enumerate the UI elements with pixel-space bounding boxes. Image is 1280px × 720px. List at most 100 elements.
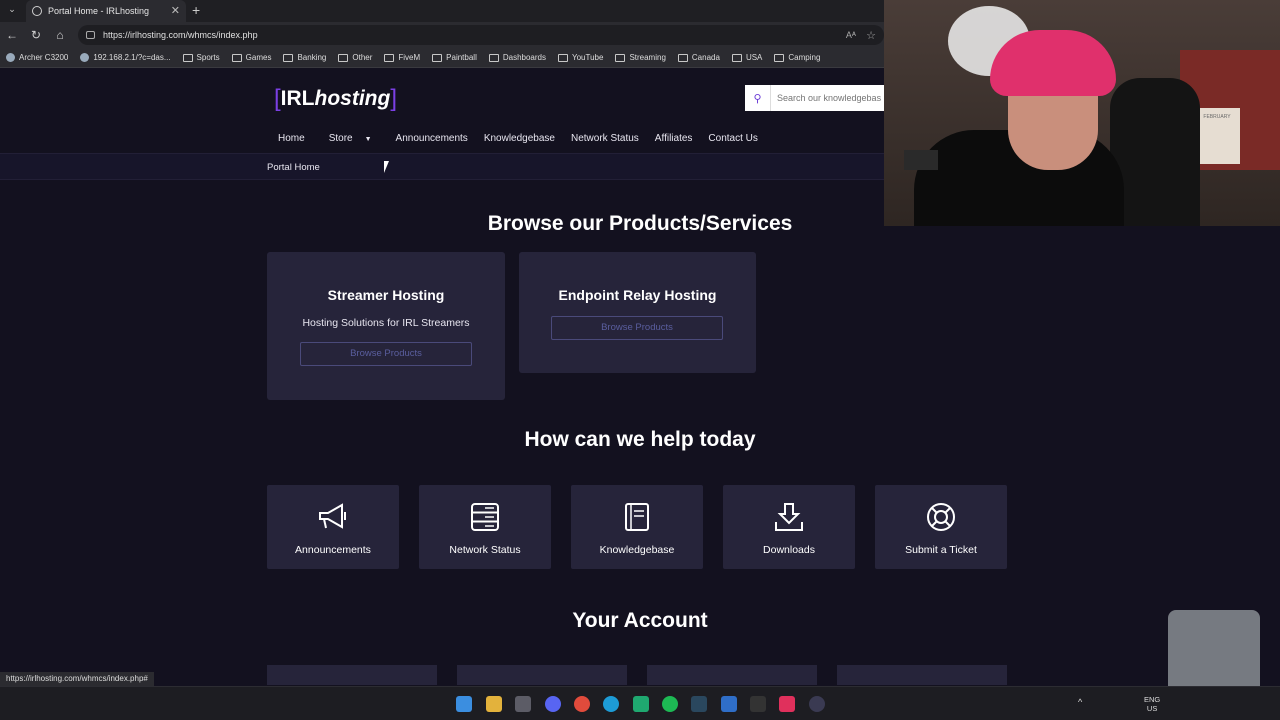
tab-title: Portal Home - IRLhosting [48,6,150,16]
logo-bracket-right: ] [390,85,397,112]
discord-icon[interactable] [545,696,561,712]
bookmark-folder[interactable]: Streaming [615,53,666,62]
browse-products-button[interactable]: Browse Products [300,342,472,366]
read-aloud-icon[interactable]: Aᴬ [846,30,856,40]
account-card[interactable] [457,665,627,685]
app-icon[interactable] [779,696,795,712]
folder-icon [283,53,294,62]
spotify-icon[interactable] [662,696,678,712]
app-icon[interactable] [750,696,766,712]
nav-home[interactable]: Home [278,133,305,144]
knowledgebase-search: ⚲ [745,85,885,111]
help-heading: How can we help today [524,428,756,451]
language-indicator[interactable]: ENG US [1144,695,1160,713]
folder-icon [731,53,742,62]
mail-icon[interactable] [721,696,737,712]
home-icon[interactable]: ⌂ [48,28,72,42]
help-card-label: Knowledgebase [599,544,675,556]
account-heading: Your Account [572,609,708,632]
nav-store[interactable]: Store ▼ [321,133,380,144]
search-input[interactable] [771,93,881,103]
breadcrumb-bar: Portal Home [0,153,884,180]
folder-icon [774,53,785,62]
site-info-icon[interactable] [86,31,95,39]
link-status-url: https://irlhosting.com/whmcs/index.php# [0,672,154,686]
bookmark-folder[interactable]: USA [731,53,762,62]
bookmark-folder[interactable]: Other [338,53,372,62]
help-card-announcements[interactable]: Announcements [267,485,399,569]
refresh-icon[interactable]: ↻ [24,28,48,42]
folder-icon [432,53,443,62]
webcam-overlay: FEBRUARY [884,0,1280,226]
breadcrumb[interactable]: Portal Home [267,162,320,173]
browser-tab[interactable]: Portal Home - IRLhosting ✕ [26,0,186,22]
start-icon[interactable] [456,696,472,712]
main-nav: Home Store ▼ Announcements Knowledgebase … [270,133,766,144]
browse-products-button[interactable]: Browse Products [551,316,723,340]
help-card-network-status[interactable]: Network Status [419,485,551,569]
nav-contact-us[interactable]: Contact Us [708,133,757,144]
folder-icon [677,53,688,62]
product-card-endpoint-relay: Endpoint Relay Hosting Browse Products [519,252,756,373]
streamer-hair-image [990,30,1116,96]
help-card-submit-ticket[interactable]: Submit a Ticket [875,485,1007,569]
url-text: https://irlhosting.com/whmcs/index.php [103,30,258,40]
edge-icon[interactable] [603,696,619,712]
app-icon[interactable] [809,696,825,712]
account-card[interactable] [267,665,437,685]
store-icon[interactable] [515,696,531,712]
chrome-icon[interactable] [574,696,590,712]
folder-icon [338,53,349,62]
help-card-label: Submit a Ticket [905,544,977,556]
nav-announcements[interactable]: Announcements [396,133,468,144]
file-explorer-icon[interactable] [486,696,502,712]
nav-network-status[interactable]: Network Status [571,133,639,144]
new-tab-icon[interactable]: + [192,2,200,18]
bookmark-item[interactable]: 192.168.2.1/?c=das... [80,53,171,62]
site-logo[interactable]: [ IRL hosting ] [274,85,397,112]
megaphone-icon [319,503,346,529]
bookmark-folder[interactable]: YouTube [558,53,603,62]
bookmark-folder[interactable]: Dashboards [488,53,546,62]
product-description: Hosting Solutions for IRL Streamers [302,317,470,329]
bookmark-item[interactable]: Archer C3200 [6,53,68,62]
language-code: ENG [1144,695,1161,704]
bookmark-folder[interactable]: Sports [182,53,220,62]
os-taskbar: ^ ENG US [0,686,1280,720]
bookmark-folder[interactable]: Camping [774,53,820,62]
back-icon[interactable]: ← [0,28,24,42]
folder-icon [231,53,242,62]
account-card[interactable] [837,665,1007,685]
steam-icon[interactable] [691,696,707,712]
wall-calendar: FEBRUARY [1194,108,1240,164]
help-card-downloads[interactable]: Downloads [723,485,855,569]
help-card-label: Announcements [295,544,371,556]
product-card-streamer: Streamer Hosting Hosting Solutions for I… [267,252,505,400]
site-favicon-icon [6,53,15,62]
bookmark-folder[interactable]: Games [231,53,271,62]
logo-main-text: IRL [280,87,315,110]
url-field[interactable]: https://irlhosting.com/whmcs/index.php A… [78,25,884,45]
bookmark-folder[interactable]: Canada [677,53,720,62]
product-title: Endpoint Relay Hosting [558,287,717,303]
folder-icon [182,53,193,62]
bookmark-folder[interactable]: Banking [283,53,326,62]
help-card-knowledgebase[interactable]: Knowledgebase [571,485,703,569]
bookmark-folder[interactable]: Paintball [432,53,477,62]
bookmark-folder[interactable]: FiveM [384,53,420,62]
folder-icon [558,53,568,62]
logo-sub-text: hosting [314,87,391,110]
folder-icon [384,53,395,62]
microphone-image [904,150,938,170]
nav-knowledgebase[interactable]: Knowledgebase [484,133,555,144]
folder-icon [488,53,499,62]
close-tab-icon[interactable]: ✕ [171,4,180,17]
show-hidden-icons-icon[interactable]: ^ [1078,697,1082,707]
favorite-star-icon[interactable]: ☆ [866,29,876,42]
search-icon[interactable]: ⚲ [745,85,771,111]
tab-actions-icon[interactable]: ⌄ [4,4,20,18]
nav-affiliates[interactable]: Affiliates [655,133,693,144]
product-title: Streamer Hosting [327,287,445,303]
app-icon[interactable] [633,696,649,712]
account-card[interactable] [647,665,817,685]
